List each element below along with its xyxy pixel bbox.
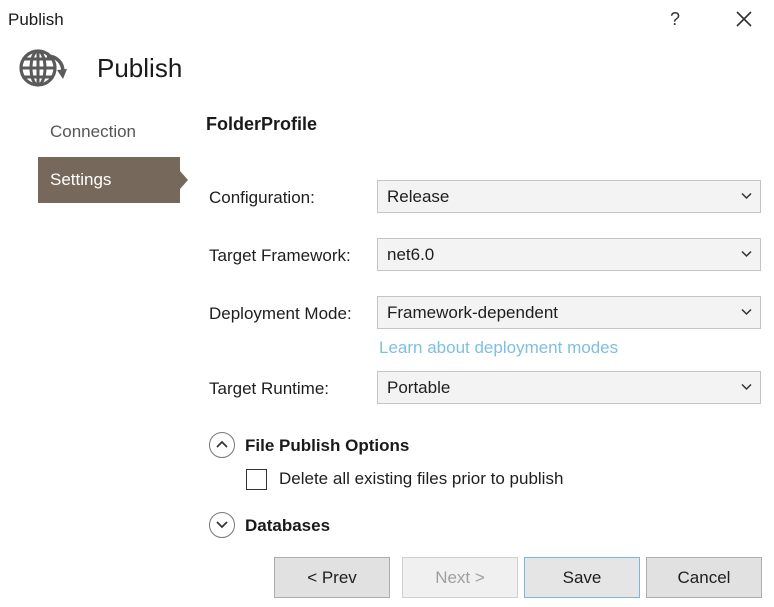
target-runtime-value: Portable — [387, 378, 451, 397]
deployment-modes-link[interactable]: Learn about deployment modes — [379, 338, 618, 358]
target-runtime-label: Target Runtime: — [209, 379, 329, 398]
chevron-down-icon — [741, 308, 752, 316]
databases-toggle[interactable] — [209, 512, 235, 538]
configuration-value: Release — [387, 187, 450, 206]
chevron-down-icon — [741, 192, 752, 200]
delete-existing-files-label[interactable]: Delete all existing files prior to publi… — [279, 469, 563, 489]
target-framework-select[interactable]: net6.0 — [377, 238, 761, 271]
cancel-button[interactable]: Cancel — [646, 557, 762, 598]
configuration-label: Configuration: — [209, 188, 315, 207]
globe-publish-icon — [17, 45, 67, 91]
chevron-up-icon — [216, 440, 228, 448]
chevron-down-icon — [741, 250, 752, 258]
configuration-select[interactable]: Release — [377, 180, 761, 213]
deployment-mode-select[interactable]: Framework-dependent — [377, 296, 761, 329]
next-button[interactable]: Next > — [402, 557, 518, 598]
target-runtime-select[interactable]: Portable — [377, 371, 761, 404]
sidebar-item-settings[interactable]: Settings — [38, 157, 180, 203]
sidebar-item-connection[interactable]: Connection — [38, 109, 180, 155]
save-button[interactable]: Save — [524, 557, 640, 598]
chevron-down-icon — [741, 383, 752, 391]
file-publish-options-toggle[interactable] — [209, 432, 235, 458]
help-button[interactable]: ? — [666, 9, 684, 30]
close-icon — [736, 11, 752, 27]
chevron-down-icon — [216, 521, 228, 529]
profile-name: FolderProfile — [206, 114, 318, 134]
window-title: Publish — [8, 10, 64, 29]
target-framework-value: net6.0 — [387, 245, 435, 264]
deployment-mode-label: Deployment Mode: — [209, 304, 352, 323]
prev-button[interactable]: < Prev — [274, 557, 390, 598]
delete-existing-files-checkbox[interactable] — [246, 469, 267, 490]
file-publish-options-title: File Publish Options — [245, 436, 410, 455]
page-title: Publish — [97, 53, 183, 83]
target-framework-label: Target Framework: — [209, 246, 351, 265]
close-button[interactable] — [734, 9, 754, 29]
deployment-mode-value: Framework-dependent — [387, 303, 559, 322]
selected-indicator — [180, 171, 188, 189]
databases-title: Databases — [245, 516, 331, 535]
